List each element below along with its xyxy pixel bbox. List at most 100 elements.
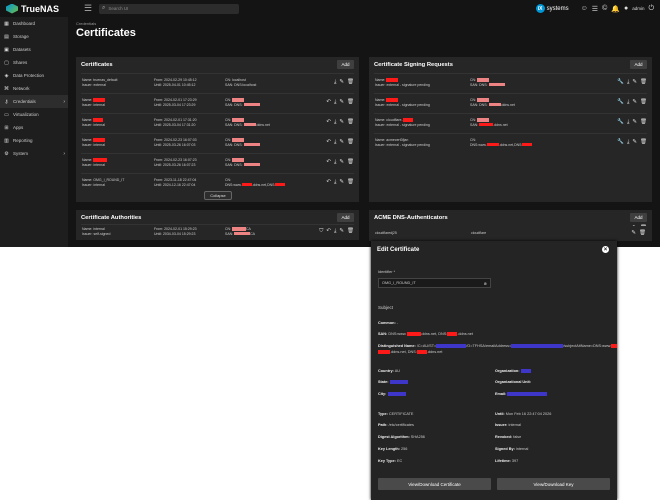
ix-systems-logo[interactable]: iX systems <box>535 4 569 13</box>
keytype-row: Key Type: EC <box>378 459 403 463</box>
download-icon[interactable]: ⤓ <box>334 99 336 106</box>
truenas-logo[interactable]: TrueNAS <box>0 3 74 14</box>
sidebar-item-credentials[interactable]: ⚷ Credentials › <box>0 95 68 108</box>
undo-icon[interactable]: ↶ <box>326 99 331 106</box>
view-download-key-button[interactable]: View/Download Key <box>497 478 610 490</box>
dn-row: Distinguished Name: /C=AU/ST=/O=TFHSA/em… <box>378 344 618 348</box>
sidebar-item-network[interactable]: ⌘ Network <box>0 82 68 95</box>
monitor-icon: ▭ <box>4 111 9 118</box>
name-input[interactable]: OMG_I_ROUND_IT ⊗ <box>378 278 491 288</box>
delete-icon[interactable]: 🗑 <box>347 179 354 186</box>
jobs-icon[interactable]: ☰ <box>592 5 598 13</box>
collapse-button[interactable]: Collapse <box>204 191 232 200</box>
delete-icon[interactable]: 🗑 <box>640 119 647 126</box>
email-row: Email: <box>495 392 548 396</box>
download-icon[interactable]: ⤓ <box>334 179 336 186</box>
undo-icon[interactable]: ↶ <box>326 228 331 235</box>
wrench-icon[interactable]: 🔧 <box>617 119 624 126</box>
sidebar-item-dashboard[interactable]: ▦ Dashboard <box>0 17 68 30</box>
delete-icon[interactable]: 🗑 <box>347 79 354 86</box>
edit-icon[interactable]: ✎ <box>632 99 637 106</box>
edit-icon[interactable]: ✎ <box>632 79 637 86</box>
country-row: Country: AU <box>378 369 400 373</box>
wrench-icon[interactable]: 🔧 <box>617 79 624 86</box>
undo-icon[interactable]: ↶ <box>326 159 331 166</box>
breadcrumb[interactable]: Credentials <box>76 21 96 26</box>
edit-icon[interactable]: ✎ <box>339 139 344 146</box>
edit-icon[interactable]: ✎ <box>339 159 344 166</box>
user-icon[interactable]: ● <box>624 5 628 12</box>
download-icon[interactable]: ⤓ <box>627 99 629 106</box>
subject-heading: Subject <box>378 305 394 310</box>
download-icon[interactable]: ⤓ <box>334 159 336 166</box>
wrench-icon[interactable]: 🔧 <box>617 99 624 106</box>
power-icon[interactable]: ⏻ <box>648 5 654 13</box>
search-icon: ⌕ <box>102 5 106 11</box>
table-row: Name: cloudflare- Issuer: external - sign… <box>374 113 647 133</box>
digest-row: Digest Algorithm: SHA256 <box>378 435 425 439</box>
edit-icon[interactable]: ✎ <box>631 230 636 236</box>
notifications-icon[interactable]: 🔔 <box>611 5 620 13</box>
add-csr-button[interactable]: Add <box>630 60 647 69</box>
delete-icon[interactable]: 🗑 <box>639 230 646 236</box>
sidebar-item-system[interactable]: ⚙ System › <box>0 147 68 160</box>
topbar-icons: ☺ ☰ © 🔔 ● admin ⏻ <box>581 5 660 13</box>
download-icon[interactable]: ⤓ <box>334 119 336 126</box>
edit-icon[interactable]: ✎ <box>339 179 344 186</box>
add-authority-button[interactable]: Add <box>337 213 354 222</box>
download-icon[interactable]: ⤓ <box>334 228 336 235</box>
table-row: Name: internal Issuer: self-signed From: … <box>81 224 354 240</box>
sidebar-item-shares[interactable]: ▢ Shares <box>0 56 68 69</box>
delete-icon[interactable]: 🗑 <box>640 79 647 86</box>
delete-icon[interactable]: 🗑 <box>347 99 354 106</box>
search-input[interactable]: ⌕ Search UI <box>99 3 239 14</box>
shield-icon[interactable]: ⛉ <box>319 228 323 235</box>
delete-icon[interactable]: 🗑 <box>640 139 647 146</box>
name-label: Identifier * <box>378 270 396 274</box>
edit-icon[interactable]: ✎ <box>632 119 637 126</box>
sidebar-item-reporting[interactable]: ▥ Reporting <box>0 134 68 147</box>
sidebar-item-data-protection[interactable]: ◈ Data Protection <box>0 69 68 82</box>
view-download-certificate-button[interactable]: View/Download Certificate <box>378 478 491 490</box>
edit-icon[interactable]: ✎ <box>339 228 344 235</box>
gear-icon: ⚙ <box>4 150 9 157</box>
download-icon[interactable]: ⤓ <box>627 119 629 126</box>
delete-icon[interactable]: 🗑 <box>347 139 354 146</box>
download-icon[interactable]: ⤓ <box>627 139 629 146</box>
undo-icon[interactable]: ↶ <box>326 119 331 126</box>
copyright-icon[interactable]: © <box>602 5 607 12</box>
user-name[interactable]: admin <box>632 6 644 11</box>
undo-icon[interactable]: ↶ <box>326 179 331 186</box>
ix-logo-icon: iX <box>535 4 545 13</box>
sidebar-item-datasets[interactable]: ▣ Datasets <box>0 43 68 56</box>
revoked-row: Revoked: false <box>495 435 522 439</box>
edit-icon[interactable]: ✎ <box>339 99 344 106</box>
table-row: Name: Issuer: internal From: 2024-02-23 … <box>81 153 354 173</box>
clear-icon[interactable]: ⊗ <box>484 281 487 286</box>
delete-icon[interactable]: 🗑 <box>640 99 647 106</box>
feedback-icon[interactable]: ☺ <box>581 5 588 12</box>
edit-icon[interactable]: ✎ <box>339 119 344 126</box>
download-icon[interactable]: ⤓ <box>334 139 336 146</box>
delete-icon[interactable]: 🗑 <box>347 119 354 126</box>
sidebar-item-virtualization[interactable]: ▭ Virtualization <box>0 108 68 121</box>
table-row: Name: Issuer: internal From: 2024-02-23 … <box>81 133 354 153</box>
hamburger-menu-icon[interactable]: ☰ <box>84 3 93 14</box>
delete-icon[interactable]: 🗑 <box>347 159 354 166</box>
datasets-icon: ▣ <box>4 46 9 53</box>
lifetime-row: Lifetime: 397 <box>495 459 519 463</box>
undo-icon[interactable]: ↶ <box>326 139 331 146</box>
add-acme-button[interactable]: Add <box>630 213 647 222</box>
edit-icon[interactable]: ✎ <box>339 79 344 86</box>
download-icon[interactable]: ⤓ <box>334 79 336 86</box>
wrench-icon[interactable]: 🔧 <box>617 139 624 146</box>
add-certificate-button[interactable]: Add <box>337 60 354 69</box>
until-row: Until: Mon Feb 16 22:47:04 2026 <box>495 412 552 416</box>
download-icon[interactable]: ⤓ <box>627 79 629 86</box>
close-icon[interactable]: × <box>602 246 609 253</box>
delete-icon[interactable]: 🗑 <box>347 228 354 235</box>
edit-icon[interactable]: ✎ <box>632 139 637 146</box>
dn-row-2: .ddns.net, DNS: .ddns.net <box>378 350 442 354</box>
sidebar-item-apps[interactable]: ⊞ Apps <box>0 121 68 134</box>
sidebar-item-storage[interactable]: ▤ Storage <box>0 30 68 43</box>
